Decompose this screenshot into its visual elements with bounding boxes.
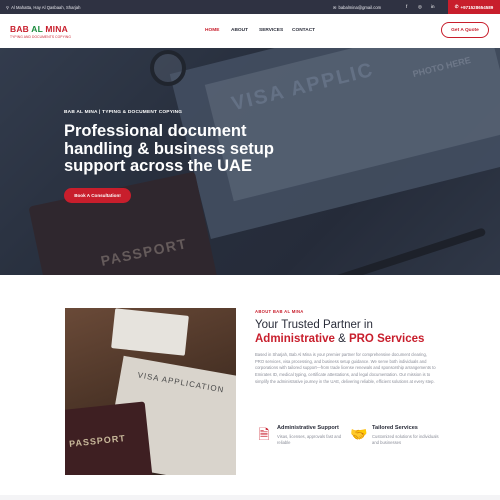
feature-desc: Visas, licenses, approvals fast and reli… <box>277 433 342 445</box>
document-check-icon: 🗎 <box>258 426 270 442</box>
phone-icon: ✆ <box>454 4 459 9</box>
linkedin-icon[interactable]: in <box>431 4 435 9</box>
logo-name-part2: AL <box>31 24 43 34</box>
hero-content: BAB AL MINA | TYPING & DOCUMENT COPYING … <box>64 110 304 176</box>
feature-desc: Customized solutions for individuals and… <box>372 433 439 445</box>
about-section: ABOUT BAB AL MINA Your Trusted Partner i… <box>255 309 436 386</box>
hero-section: VISA APPLIC PHOTO HERE PASSPORT BAB AL M… <box>0 48 500 275</box>
logo-tagline: TYPING AND DOCUMENTS COPYING <box>10 34 72 39</box>
about-heading-line2: Administrative & PRO Services <box>255 332 435 346</box>
location-info: ⚲ Al Mahatta, Hay Al Qasbaah, Sharjah <box>6 5 80 10</box>
instagram-icon[interactable]: ◎ <box>418 4 422 10</box>
get-a-quote-button[interactable]: Get A Quote <box>441 22 489 38</box>
hero-headline: Professional document handling & busines… <box>64 122 274 175</box>
facebook-icon[interactable]: f <box>406 4 407 9</box>
feature-title: Administrative Support <box>277 425 339 431</box>
nav-about[interactable]: ABOUT <box>231 28 248 33</box>
about-eyebrow: ABOUT BAB AL MINA <box>255 309 304 314</box>
feature-administrative: 🗎 Administrative Support Visas, licenses… <box>255 425 343 446</box>
hero-eyebrow: BAB AL MINA | TYPING & DOCUMENT COPYING <box>64 110 183 115</box>
main-navbar: BAB AL MINA TYPING AND DOCUMENTS COPYING… <box>0 14 500 48</box>
logo-name-part1: BAB <box>10 24 32 34</box>
nav-contact[interactable]: CONTACT <box>292 28 315 33</box>
book-consultation-button[interactable]: Book A Consultation! <box>64 188 131 203</box>
mail-icon: ✉ <box>333 4 337 10</box>
nav-services[interactable]: SERVICES <box>259 28 283 33</box>
top-info-bar: ⚲ Al Mahatta, Hay Al Qasbaah, Sharjah ✉ … <box>0 0 500 14</box>
location-text: Al Mahatta, Hay Al Qasbaah, Sharjah <box>11 4 81 10</box>
feature-tailored: 🤝 Tailored Services Customized solutions… <box>350 425 442 446</box>
feature-title: Tailored Services <box>372 425 418 431</box>
handshake-icon: 🤝 <box>350 426 368 442</box>
about-heading-red2: PRO Services <box>348 333 425 345</box>
phone-text: +971528654589 <box>460 4 494 10</box>
about-heading-red1: Administrative <box>255 333 335 345</box>
logo-name-part3: MINA <box>42 24 68 34</box>
about-paragraph: Based in Sharjah, Bab Al Mina is your pr… <box>255 352 436 384</box>
logo[interactable]: BAB AL MINA TYPING AND DOCUMENTS COPYING <box>10 24 71 39</box>
logo-name: BAB AL MINA <box>10 24 71 34</box>
about-heading-line1: Your Trusted Partner in <box>255 319 373 331</box>
map-pin-icon: ⚲ <box>6 4 10 10</box>
nav-home[interactable]: HOME <box>205 28 219 33</box>
calculator-image <box>111 308 189 356</box>
about-heading-amp: & <box>334 333 349 345</box>
phone-button[interactable]: ✆ +971528654589 <box>448 0 500 14</box>
email-info[interactable]: ✉ babalmina@gmail.com <box>333 5 381 10</box>
email-text[interactable]: babalmina@gmail.com <box>339 5 382 10</box>
about-image: VISA APPLICATION PASSPORT <box>65 308 236 475</box>
next-section-edge <box>0 495 500 500</box>
